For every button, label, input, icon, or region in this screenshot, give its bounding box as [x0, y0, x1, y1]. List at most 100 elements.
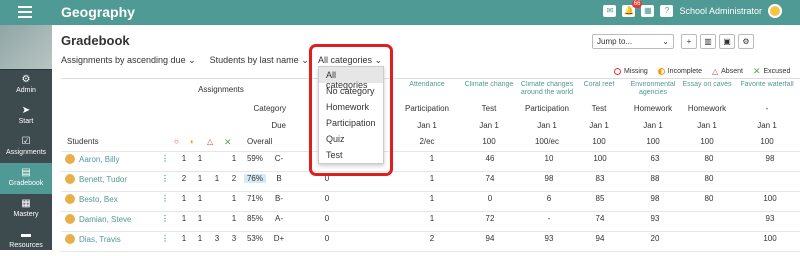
student-name[interactable]: Aaron, Billy [65, 154, 155, 164]
cell-c5[interactable]: 94 [589, 234, 611, 243]
excused-icon: ✕ [224, 137, 232, 147]
cell-c4[interactable]: 6 [538, 194, 560, 203]
column-pts: 100 [482, 137, 496, 146]
student-sort-select[interactable]: Students by last name ⌄ [210, 55, 309, 66]
row-menu-icon[interactable]: ⋮ [161, 174, 169, 183]
export-icon[interactable]: ▣ [719, 34, 735, 49]
column-due: Jan 1 [697, 121, 717, 130]
absent-icon: △ [207, 137, 214, 146]
student-name[interactable]: Benett, Tudor [65, 174, 155, 184]
column-category: Homework [633, 104, 673, 113]
column-pts: 2/ec [419, 137, 435, 146]
student-name-label: Damian, Steve [79, 214, 132, 224]
cell-c6[interactable]: 88 [644, 174, 666, 183]
help-icon[interactable]: ? [660, 5, 674, 17]
cell-c0[interactable]: 0 [316, 234, 338, 243]
column-name[interactable]: Attendance [399, 81, 455, 89]
sidebar-item-assignments[interactable]: ☑ Assignments [0, 132, 52, 163]
cell-c5[interactable]: 100 [589, 154, 611, 163]
cell-c4[interactable]: 93 [538, 234, 560, 243]
cell-c3[interactable]: 94 [479, 234, 501, 243]
notification-icon[interactable]: 🔔 66 [622, 0, 643, 17]
category-label: Category [253, 104, 286, 113]
cell-c0[interactable]: 0 [316, 214, 338, 223]
cell-c3[interactable]: 72 [479, 214, 501, 223]
top-icons: ✉ 🔔 66 ▦ ? School Administrator [603, 0, 782, 18]
assignment-sort-select[interactable]: Assignments by ascending due ⌄ [61, 55, 196, 66]
cell-c8[interactable]: 100 [759, 234, 781, 243]
cell-c2[interactable]: 2 [421, 234, 443, 243]
sidebar-item-admin[interactable]: ⚙ Admin [0, 70, 52, 101]
gear-icon: ⚙ [21, 74, 31, 85]
cell-c2[interactable]: 1 [421, 214, 443, 223]
highlight-box [309, 44, 393, 176]
sidebar-item-mastery[interactable]: ▦ Mastery [0, 194, 52, 225]
menu-icon[interactable] [18, 6, 32, 18]
student-name[interactable]: Dias, Travis [65, 234, 155, 244]
column-pts: 100 [700, 137, 714, 146]
settings-icon[interactable]: ⚙ [738, 34, 754, 49]
column-category: Homework [687, 104, 727, 113]
cell-c7[interactable]: 80 [698, 174, 720, 183]
student-name[interactable]: Besto, Bex [65, 194, 155, 204]
chart-icon[interactable]: ▥ [700, 34, 716, 49]
cell-e: 1 [231, 214, 237, 223]
sidebar-item-gradebook[interactable]: ▤ Gradebook [0, 163, 52, 194]
cell-c4[interactable]: 10 [538, 154, 560, 163]
assignment-sort-label: Assignments by ascending due [61, 55, 186, 65]
cell-c3[interactable]: 74 [479, 174, 501, 183]
add-button[interactable]: + [681, 34, 697, 49]
cell-c5[interactable]: 83 [589, 174, 611, 183]
cell-c6[interactable]: 63 [644, 154, 666, 163]
mail-icon[interactable]: ✉ [603, 5, 617, 17]
column-name[interactable]: Favorite waterfall [738, 81, 796, 89]
column-due: Jan 1 [643, 121, 663, 130]
student-name[interactable]: Damian, Steve [65, 214, 155, 224]
sidebar-item-start[interactable]: ➤ Start [0, 101, 52, 132]
row-menu-icon[interactable]: ⋮ [161, 234, 169, 243]
cell-c8[interactable]: 100 [759, 194, 781, 203]
calendar-icon[interactable]: ▦ [641, 5, 655, 17]
user-name[interactable]: School Administrator [679, 6, 762, 16]
cell-c6[interactable]: 20 [644, 234, 666, 243]
cell-i: 1 [197, 154, 203, 163]
row-menu-icon[interactable]: ⋮ [161, 194, 169, 203]
cell-c7[interactable]: 80 [698, 194, 720, 203]
cell-c7[interactable]: 80 [698, 154, 720, 163]
incomplete-icon [657, 68, 665, 75]
cell-c8[interactable]: 98 [759, 154, 781, 163]
column-name[interactable]: Essay on caves [679, 81, 735, 89]
jump-to-select[interactable]: Jump to... ⌄ [592, 34, 674, 49]
sidebar-item-resources[interactable]: ▬ Resources [0, 225, 52, 256]
cell-c6[interactable]: 98 [644, 194, 666, 203]
legend-missing: Missing [614, 66, 648, 77]
student-name-label: Besto, Bex [79, 194, 118, 204]
cell-c2[interactable]: 1 [421, 154, 443, 163]
cell-c6[interactable]: 93 [644, 214, 666, 223]
excused-icon: ✕ [752, 66, 761, 76]
gradebook-grid: Assignments Category Due Students Overal… [61, 78, 800, 252]
student-sort-label: Students by last name [209, 55, 299, 65]
avatar [65, 214, 75, 224]
cell-c3[interactable]: 46 [479, 154, 501, 163]
cell-c3[interactable]: 0 [479, 194, 501, 203]
column-name[interactable]: Environmental agencies [625, 81, 681, 97]
cell-c8[interactable]: 93 [759, 214, 781, 223]
cell-c4[interactable]: - [538, 214, 560, 223]
cell-c5[interactable]: 85 [589, 194, 611, 203]
cell-c0[interactable]: 0 [316, 194, 338, 203]
avatar[interactable] [768, 4, 782, 18]
row-menu-icon[interactable]: ⋮ [161, 154, 169, 163]
cell-c2[interactable]: 1 [421, 174, 443, 183]
cell-c4[interactable]: 98 [538, 174, 560, 183]
column-name[interactable]: Coral reef [574, 81, 624, 89]
students-header: Students [67, 137, 99, 146]
cell-c5[interactable]: 74 [589, 214, 611, 223]
cell-c2[interactable]: 1 [421, 194, 443, 203]
column-name[interactable]: Climate change [461, 81, 517, 89]
column-due: Jan 1 [589, 121, 609, 130]
cell-grade: C- [274, 154, 284, 163]
check-icon: ☑ [21, 136, 31, 147]
column-name[interactable]: Climate changes around the world [518, 81, 576, 97]
row-menu-icon[interactable]: ⋮ [161, 214, 169, 223]
